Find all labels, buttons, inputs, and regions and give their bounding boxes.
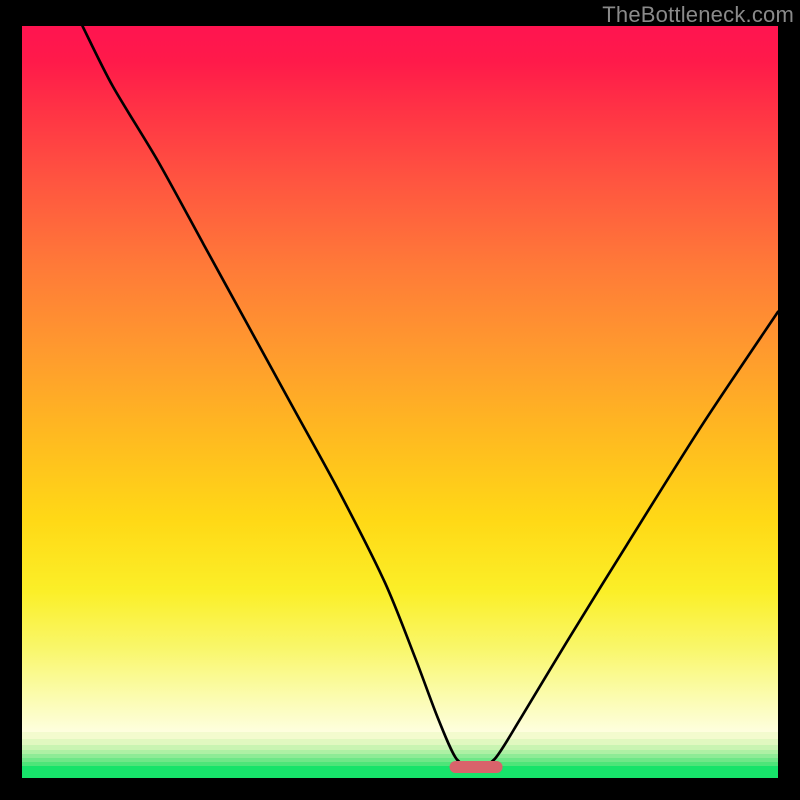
bottleneck-curve-line (82, 26, 778, 767)
curve-svg (22, 26, 778, 778)
watermark-text: TheBottleneck.com (602, 2, 794, 28)
plot-area (22, 26, 778, 778)
minimum-marker (449, 761, 502, 773)
chart-frame: TheBottleneck.com (0, 0, 800, 800)
